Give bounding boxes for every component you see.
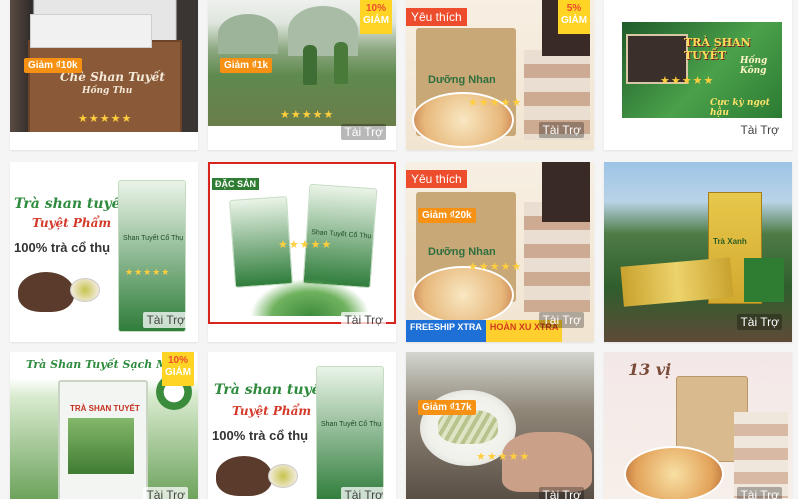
product-image: 13 vị: [604, 352, 792, 499]
discount-percent: 5%: [566, 3, 582, 14]
sponsored-label: Tài Trợ: [539, 312, 584, 328]
rating-stars: ★★★★★: [278, 239, 333, 251]
product-card-11[interactable]: ★★★★★ Giảm ₫17k Tài Trợ: [406, 352, 594, 499]
discount-label: GIẢM: [164, 367, 192, 378]
sponsored-label: Tài Trợ: [341, 124, 386, 140]
sponsored-label: Tài Trợ: [341, 312, 386, 328]
sponsored-label: Tài Trợ: [341, 487, 386, 499]
sponsored-label: Tài Trợ: [539, 122, 584, 138]
product-card-6[interactable]: ĐẶC SẢN Shan Tuyết Cổ Thụ ★★★★★ Tài Trợ: [208, 162, 396, 342]
banner-subtitle: Hồng Kông: [740, 56, 768, 76]
dessert-bowl: [412, 266, 514, 324]
voucher-badge: Giảm ₫20k: [418, 208, 476, 223]
sponsored-label: Tài Trợ: [143, 487, 188, 499]
product-pack: TRÀ SHAN TUYẾT: [58, 380, 148, 499]
product-card-7[interactable]: Dưỡng Nhan ★★★★★ Yêu thích Giảm ₫20k FRE…: [406, 162, 594, 342]
dessert-bowl: [624, 446, 724, 499]
rating-stars: ★★★★★: [468, 97, 523, 109]
sponsored-label: Tài Trợ: [737, 314, 782, 330]
farmer-figure: [334, 42, 348, 84]
sponsored-label: Tài Trợ: [737, 487, 782, 499]
tea-cup: [70, 278, 100, 302]
headline: Trà Shan Tuyết Sạch Mộc: [26, 358, 183, 371]
product-pack: Shan Tuyết Cổ Thụ ★★★★★: [118, 180, 186, 332]
rating-stars: ★★★★★: [280, 109, 335, 121]
sponsored-label: Tài Trợ: [539, 487, 584, 499]
rating-stars: ★★★★★: [468, 261, 523, 273]
tea-cup: [268, 464, 298, 488]
specialty-badge: ĐẶC SẢN: [212, 178, 260, 190]
discount-badge: 10% GIẢM: [162, 352, 194, 386]
rating-stars: ★★★★★: [660, 75, 715, 87]
rating-stars: ★★★★★: [125, 267, 171, 277]
discount-percent: 10%: [167, 355, 188, 366]
headline: 13 vị: [628, 360, 672, 379]
headline: Trà shan tuyết: [214, 382, 328, 398]
discount-label: GIẢM: [560, 15, 588, 26]
product-pack: Shan Tuyết Cổ Thụ: [302, 183, 378, 289]
product-card-5[interactable]: Trà shan tuyết Tuyệt Phẩm 100% trà cổ th…: [10, 162, 198, 342]
freeship-tag: FREESHIP XTRA: [406, 320, 486, 342]
rating-stars: ★★★★★: [78, 113, 133, 125]
teapot: [18, 272, 74, 312]
discount-badge: 10% GIẢM: [360, 0, 392, 34]
tagline: 100% trà cổ thụ: [212, 428, 309, 443]
banner-tagline: Cực kỳ ngọt hậu: [710, 98, 770, 118]
pack-label: Shan Tuyết Cổ Thụ: [123, 235, 184, 242]
voucher-badge: Giảm ₫1k: [220, 58, 273, 73]
sponsored-label: Tài Trợ: [143, 312, 188, 328]
subheadline: Tuyệt Phẩm: [232, 404, 312, 418]
tea-buds: [438, 410, 498, 444]
product-card-2[interactable]: ★★★★★ Giảm ₫1k 10% GIẢM Tài Trợ: [208, 0, 396, 150]
shopping-bag: [30, 14, 152, 48]
subheadline: Tuyệt Phẩm: [32, 216, 112, 230]
product-image: ĐẶC SẢN Shan Tuyết Cổ Thụ ★★★★★: [208, 162, 396, 324]
pack-label: TRÀ SHAN TUYẾT: [70, 404, 140, 413]
product-banner: TRÀ SHAN TUYẾT Hồng Kông ★★★★★ Cực kỳ ng…: [622, 22, 782, 118]
gift-box: Chè Shan Tuyết Hồng Thu ★★★★★: [28, 40, 182, 132]
headline: Trà shan tuyết: [14, 196, 128, 212]
ingredient-bags: [734, 412, 788, 498]
voucher-badge: Giảm ₫17k: [418, 400, 476, 415]
product-card-4[interactable]: TRÀ SHAN TUYẾT Hồng Kông ★★★★★ Cực kỳ ng…: [604, 0, 792, 150]
product-card-12[interactable]: 13 vị Tài Trợ: [604, 352, 792, 499]
product-card-9[interactable]: Trà Shan Tuyết Sạch Mộc TRÀ SHAN TUYẾT 1…: [10, 352, 198, 499]
favorite-badge: Yêu thích: [406, 8, 467, 26]
product-image: ★★★★★: [406, 352, 594, 499]
favorite-badge: Yêu thích: [406, 170, 467, 188]
tagline: 100% trà cổ thụ: [14, 240, 111, 255]
product-image: Trà shan tuyết Tuyệt Phẩm 100% trà cổ th…: [208, 352, 396, 499]
product-pack: Shan Tuyết Cổ Thụ: [316, 366, 384, 499]
voucher-badge: Giảm ₫10k: [24, 58, 82, 73]
product-card-3[interactable]: Dưỡng Nhan ★★★★★ Yêu thích 5% GIẢM Tài T…: [406, 0, 594, 150]
discount-badge: 5% GIẢM: [558, 0, 590, 34]
product-card-1[interactable]: Chè Shan Tuyết Hồng Thu ★★★★★ Giảm ₫10k: [10, 0, 198, 150]
discount-label: GIẢM: [362, 15, 390, 26]
product-card-8[interactable]: Trà Xanh Tài Trợ: [604, 162, 792, 342]
label-sheet: [542, 162, 590, 222]
product-card-10[interactable]: Trà shan tuyết Tuyệt Phẩm 100% trà cổ th…: [208, 352, 396, 499]
pack-label: Dưỡng Nhan: [428, 74, 496, 86]
box-subtitle: Hồng Thu: [82, 86, 133, 96]
tea-pack: [744, 258, 784, 302]
discount-percent: 10%: [365, 3, 386, 14]
pack-label: Shan Tuyết Cổ Thụ: [321, 421, 382, 428]
sponsored-label: Tài Trợ: [737, 122, 782, 138]
tea-leaves: [250, 278, 370, 316]
box-label: Trà Xanh: [713, 237, 747, 246]
pack-photo: [68, 418, 134, 474]
rating-stars: ★★★★★: [476, 451, 531, 463]
teapot: [216, 456, 272, 496]
pack-label: Dưỡng Nhan: [428, 246, 496, 258]
farmer-figure: [303, 45, 317, 85]
